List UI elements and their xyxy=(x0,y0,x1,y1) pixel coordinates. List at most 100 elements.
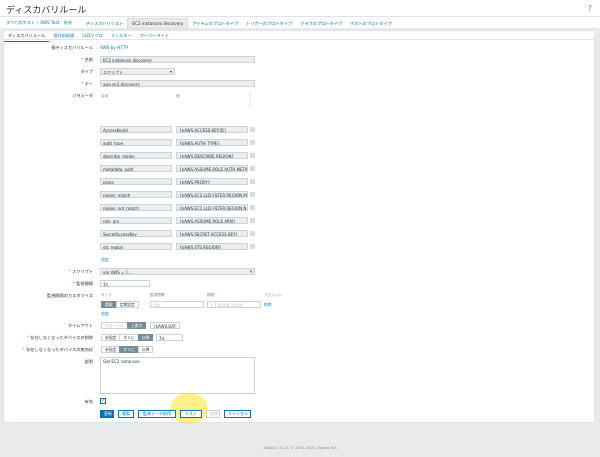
param-name-input[interactable]: region_not_match xyxy=(100,204,172,211)
key-label: キー xyxy=(84,81,93,86)
check-now-button[interactable]: 監視データ取得 xyxy=(138,410,176,418)
remove-param-icon[interactable] xyxy=(250,218,255,223)
param-value-input[interactable]: {$AWS.EC2.LLD.FILTER.REGION.N xyxy=(176,204,248,211)
param-row: role_arn {$AWS.ASSUME.ROLE.ARN} xyxy=(100,217,260,225)
ci-remove-link[interactable]: 削除 xyxy=(264,302,272,308)
params-add-link[interactable]: 追加 xyxy=(101,257,109,263)
interval-field[interactable]: 1h xyxy=(100,280,150,287)
param-value-input[interactable]: {$AWS.SECRET.ACCESS.KEY} xyxy=(176,230,248,237)
script-field[interactable]: var AWS = {... ✎ xyxy=(100,268,255,275)
navigation-bar: すべてのホスト / AWS Test 有効 ディスカバリリスト EC2 instanc… xyxy=(0,16,600,29)
param-row: region_match {$AWS.EC2.LLD.FILTER.REGION.… xyxy=(100,191,260,199)
timeout-label: タイムアウト xyxy=(67,323,93,328)
tab-lld-macros[interactable]: LLDマクロ xyxy=(78,31,106,41)
update-button[interactable]: 更新 xyxy=(100,410,114,418)
description-field[interactable]: Get EC2 instances xyxy=(100,357,255,394)
param-value-input[interactable]: {$AWS.DESCRIBE.REGION} xyxy=(176,152,248,159)
param-name-input[interactable]: role_arn xyxy=(100,217,172,224)
ci-type-toggle[interactable]: 柔軟 定期設定 xyxy=(101,301,139,308)
timeout-toggle[interactable]: グローバル 上書き xyxy=(101,322,147,329)
tab-overrides[interactable]: オーバーライド xyxy=(136,31,173,41)
param-name-input[interactable]: auth_type xyxy=(100,139,172,146)
key-field[interactable]: aws.ec2.discovery xyxy=(100,80,255,87)
tab-preprocessing[interactable]: 保存前処理 xyxy=(49,31,78,41)
ci-add-link[interactable]: 追加 xyxy=(101,311,109,317)
parent-rule-label: 親ディスカバリルール xyxy=(51,45,93,50)
script-value: var AWS = {... xyxy=(103,270,132,275)
key-row: * キー aws.ec2.discovery xyxy=(0,80,600,88)
remove-param-icon[interactable] xyxy=(250,166,255,171)
breadcrumb-host[interactable]: AWS Test xyxy=(40,20,59,25)
enabled-checkbox[interactable]: ✓ xyxy=(100,398,106,404)
delete-lost-after[interactable]: 以降 xyxy=(137,334,154,341)
breadcrumb-status[interactable]: 有効 xyxy=(64,20,72,25)
ci-col-interval: 監視間隔 xyxy=(150,293,165,297)
timeout-row: タイムアウト グローバル 上書き {$AWS.DAT xyxy=(0,322,600,330)
param-value-input[interactable]: {$AWS.EC2.LLD.FILTER.REGION.M xyxy=(176,191,248,198)
disable-lost-row: * 存在しなくなったデバイスの無効化 未指定 すぐに 以降 xyxy=(0,346,600,354)
param-value-input[interactable]: {$AWS.STS.REGION} xyxy=(176,243,248,250)
param-row: metadata_auth {$AWS.ASSUME.ROLE.AUTH.META xyxy=(100,165,260,173)
param-name-input[interactable]: sts_region xyxy=(100,243,172,250)
param-name-input[interactable]: region_match xyxy=(100,191,172,198)
remove-param-icon[interactable] xyxy=(250,140,255,145)
param-row: region_not_match {$AWS.EC2.LLD.FILTER.REG… xyxy=(100,204,260,212)
param-value-input[interactable]: {$AWS.AUTH_TYPE} xyxy=(176,139,248,146)
param-value-input[interactable]: {$AWS.ASSUME.ROLE.ARN} xyxy=(176,217,248,224)
remove-param-icon[interactable] xyxy=(250,179,255,184)
param-name-input[interactable]: SecretAccessKey xyxy=(100,230,172,237)
tab-host-prototypes[interactable]: ホストのプロトタイプ xyxy=(346,19,396,29)
param-row: describe_region {$AWS.DESCRIBE.REGION} xyxy=(100,152,260,160)
disable-lost-toggle[interactable]: 未指定 すぐに 以降 xyxy=(101,346,154,353)
delete-lost-immediately[interactable]: すぐに xyxy=(119,334,139,341)
tab-item-prototypes[interactable]: アイテムのプロトタイプ xyxy=(188,19,242,29)
params-col-action: アクション xyxy=(249,92,252,108)
tab-discovery-list[interactable]: ディスカバリリスト xyxy=(82,19,127,29)
remove-param-icon[interactable] xyxy=(250,153,255,158)
cancel-button[interactable]: キャンセル xyxy=(224,410,251,418)
ci-interval-input[interactable]: 50s xyxy=(150,301,204,308)
tab-current-rule[interactable]: EC2 instances discovery xyxy=(127,18,189,29)
ci-scheduling-option[interactable]: 定期設定 xyxy=(115,301,139,308)
tab-discovery-rule[interactable]: ディスカバリルール xyxy=(4,31,50,42)
param-value-input[interactable]: {$AWS.ASSUME.ROLE.AUTH.META xyxy=(176,165,248,172)
name-field[interactable]: EC2 instances discovery xyxy=(100,56,255,63)
timeout-override-option[interactable]: 上書き xyxy=(126,322,147,329)
delete-lost-never[interactable]: 未指定 xyxy=(101,334,121,341)
clone-button[interactable]: 複製 xyxy=(118,410,134,418)
help-icon[interactable]: ? xyxy=(588,4,592,13)
param-name-input[interactable]: proxy xyxy=(100,178,172,185)
tab-filters[interactable]: フィルター xyxy=(107,31,136,41)
disable-lost-never[interactable]: 未指定 xyxy=(101,346,121,353)
tab-trigger-prototypes[interactable]: トリガーのプロトタイプ xyxy=(242,19,296,29)
ci-period-input[interactable]: 1-7,00:00-24:00 xyxy=(207,301,261,308)
param-name-input[interactable]: describe_region xyxy=(100,152,172,159)
timeout-global-option[interactable]: グローバル xyxy=(101,322,128,329)
param-name-input[interactable]: metadata_auth xyxy=(100,165,172,172)
breadcrumb-all-hosts[interactable]: すべてのホスト xyxy=(6,20,35,25)
remove-param-icon[interactable] xyxy=(250,192,255,197)
parent-rule-link[interactable]: AWS by HTTP xyxy=(100,45,128,50)
delete-lost-field[interactable]: 7d xyxy=(156,334,183,341)
tab-graph-prototypes[interactable]: グラフのプロトタイプ xyxy=(296,19,346,29)
page-header: ディスカバリルール ? xyxy=(0,0,600,16)
disable-lost-immediately[interactable]: すぐに xyxy=(119,346,139,353)
params-col-name: 名前 xyxy=(101,94,109,98)
param-value-input[interactable]: {$AWS.ACCESS.KEY.ID} xyxy=(176,126,248,133)
remove-param-icon[interactable] xyxy=(250,127,255,132)
type-select[interactable]: スクリプト ▾ xyxy=(100,68,175,75)
disable-lost-after[interactable]: 以降 xyxy=(137,346,154,353)
remove-param-icon[interactable] xyxy=(250,205,255,210)
param-name-input[interactable]: AccessKeyId xyxy=(100,126,172,133)
param-row: AccessKeyId {$AWS.ACCESS.KEY.ID} xyxy=(100,126,260,134)
remove-param-icon[interactable] xyxy=(250,244,255,249)
interval-row: * 監視間隔 1h xyxy=(0,280,600,288)
ci-flexible-option[interactable]: 柔軟 xyxy=(101,301,117,308)
edit-icon[interactable]: ✎ xyxy=(250,269,253,274)
timeout-field[interactable]: {$AWS.DAT xyxy=(150,322,180,329)
param-value-input[interactable]: {$AWS.PROXY} xyxy=(176,178,248,185)
delete-lost-toggle[interactable]: 未指定 すぐに 以降 xyxy=(101,334,154,341)
remove-param-icon[interactable] xyxy=(250,231,255,236)
test-button[interactable]: テスト xyxy=(180,410,202,418)
description-row: 説明 xyxy=(0,358,600,366)
